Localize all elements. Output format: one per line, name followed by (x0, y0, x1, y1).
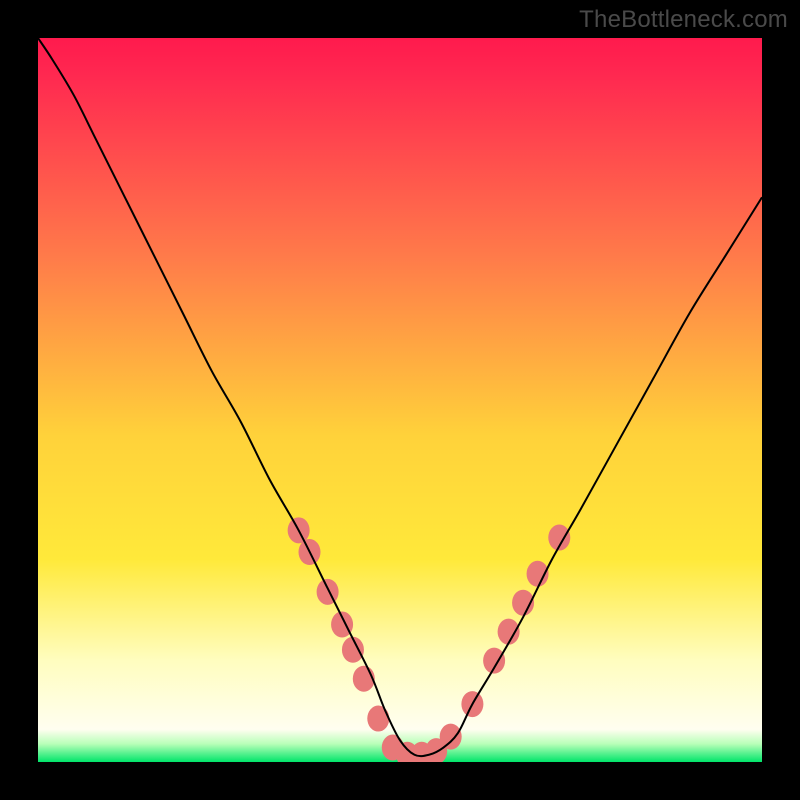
chart-stage: TheBottleneck.com (0, 0, 800, 800)
marker-point (353, 666, 375, 692)
marker-point (317, 579, 339, 605)
marker-point (440, 724, 462, 750)
gradient-background (38, 38, 762, 762)
bottleneck-chart (0, 0, 800, 800)
watermark-text: TheBottleneck.com (579, 6, 788, 34)
marker-point (498, 619, 520, 645)
marker-point (367, 706, 389, 732)
